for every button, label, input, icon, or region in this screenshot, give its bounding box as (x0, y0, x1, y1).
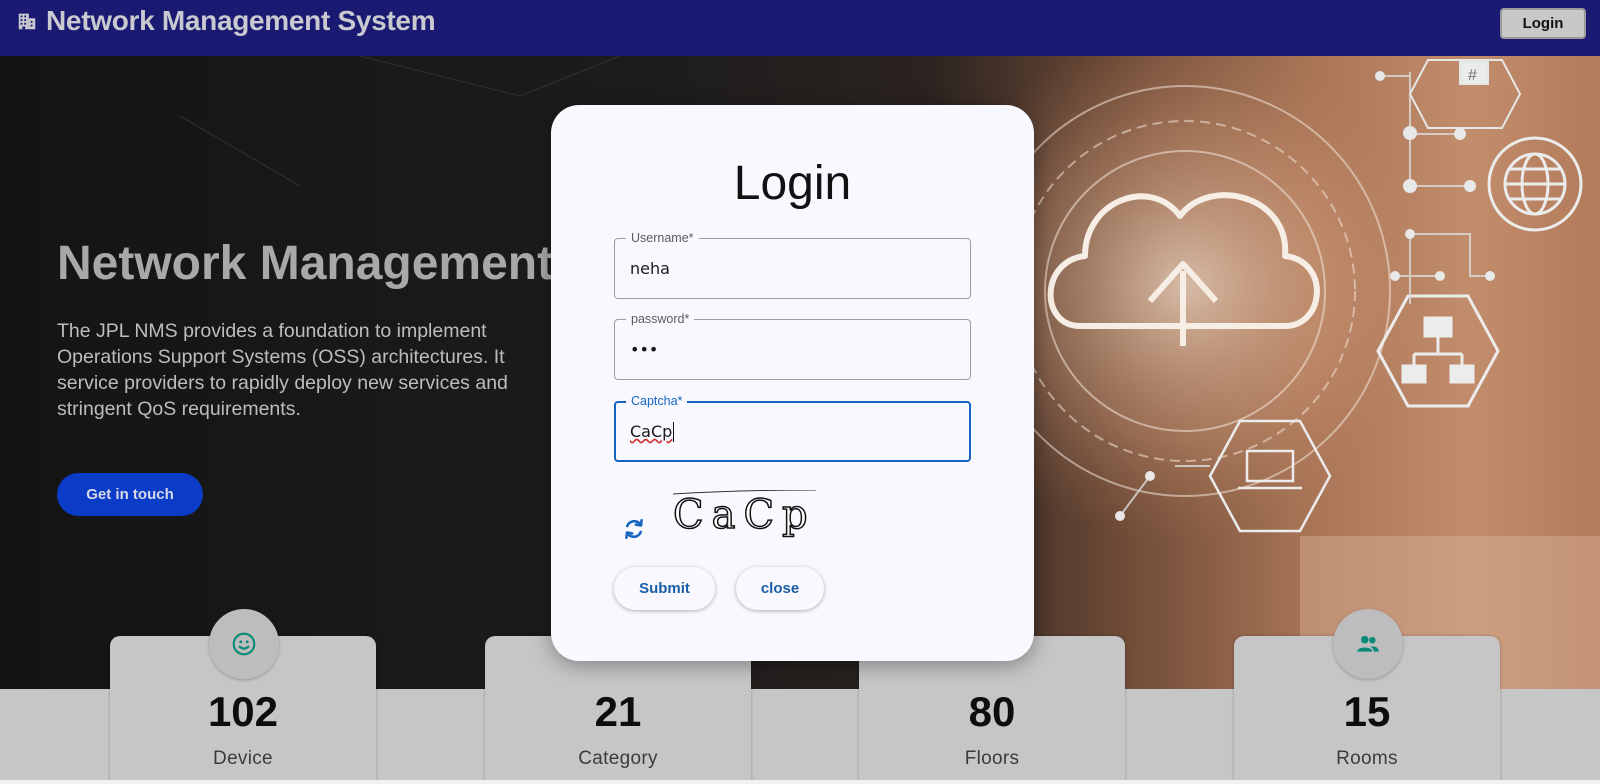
top-navbar: Network Management System Login (0, 0, 1600, 56)
stat-value: 15 (1343, 688, 1391, 735)
stat-label: Device (213, 748, 273, 769)
app-title: Network Management System (46, 5, 436, 36)
stat-value: 102 (207, 688, 279, 735)
captcha-image: CaCp (672, 490, 817, 539)
get-in-touch-button[interactable]: Get in touch (57, 473, 203, 516)
refresh-captcha-button[interactable] (620, 515, 648, 543)
svg-text:#: # (1468, 67, 1477, 84)
stat-value: 80 (968, 688, 1016, 735)
username-input[interactable] (630, 239, 950, 298)
refresh-icon (625, 518, 643, 540)
text-cursor (673, 421, 675, 442)
office-building-icon (18, 13, 36, 30)
hero-description: The JPL NMS provides a foundation to imp… (57, 320, 508, 420)
password-input[interactable] (630, 320, 950, 379)
dialog-title: Login (733, 157, 852, 210)
captcha-image-text: CaCp (673, 492, 816, 538)
close-button[interactable]: close (736, 567, 824, 610)
stat-icon-circle (1333, 609, 1403, 679)
captcha-input-value: CaCp (630, 422, 673, 441)
hash-icon: # (1408, 59, 1522, 129)
username-field: Username* (614, 230, 971, 299)
brand[interactable]: Network Management System (16, 5, 436, 37)
navbar-login-button[interactable]: Login (1500, 8, 1586, 39)
password-field: password* (614, 311, 971, 380)
captcha-row: CaCp (614, 485, 971, 555)
globe-icon (1487, 136, 1583, 232)
page-bottom-edge (0, 780, 1600, 784)
stat-card-device[interactable]: 102 Device (110, 609, 376, 784)
stat-label: Rooms (1336, 748, 1398, 769)
stat-card-rooms[interactable]: 15 Rooms (1234, 609, 1500, 784)
stat-icon-circle (209, 609, 279, 679)
smiley-icon (232, 632, 256, 656)
stat-value: 21 (594, 688, 642, 735)
hero-title: Network Management S (57, 237, 599, 290)
people-icon (1357, 635, 1379, 652)
stat-label: Category (578, 748, 658, 769)
captcha-field: Captcha* CaCp (614, 393, 971, 462)
login-dialog: Login Username* password* Captcha* CaCp … (551, 105, 1034, 661)
submit-button[interactable]: Submit (614, 567, 715, 610)
captcha-input[interactable]: CaCp (630, 403, 950, 460)
stat-label: Floors (964, 748, 1020, 769)
